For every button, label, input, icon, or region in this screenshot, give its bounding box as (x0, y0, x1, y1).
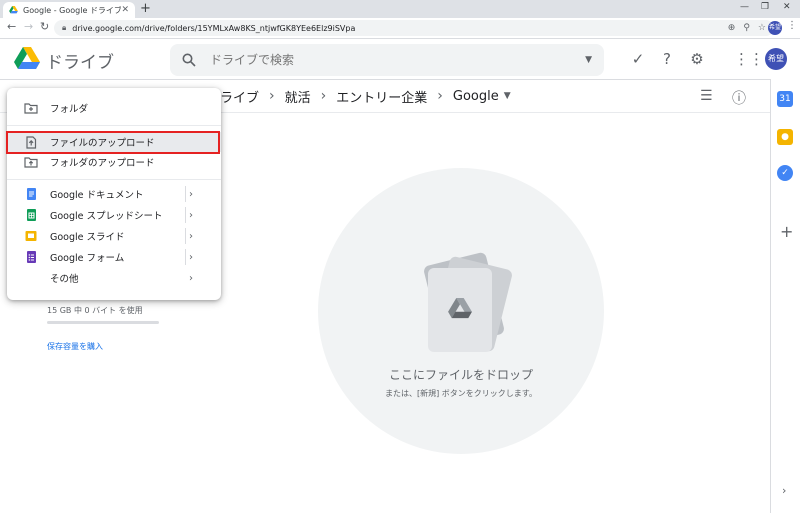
offline-ready-icon[interactable]: ✓ (628, 49, 648, 69)
side-panel: 31 ● ✓ + › (770, 79, 800, 513)
browser-tab[interactable]: Google - Google ドライブ ✕ (3, 2, 135, 18)
menu-item-google-docs[interactable]: Google ドキュメント › (7, 184, 221, 204)
menu-item-more[interactable]: その他 › (7, 268, 221, 288)
product-name: ドライブ (46, 53, 114, 73)
drop-zone-subtitle: または、[新規] ボタンをクリックします。 (385, 389, 537, 398)
menu-item-separator (185, 207, 186, 223)
browser-tabstrip: Google - Google ドライブ ✕ + — ❐ ✕ (0, 0, 800, 18)
zoom-icon[interactable]: ⚲ (743, 23, 750, 33)
menu-item-label: Google ドキュメント (50, 190, 144, 201)
drive-watermark-icon (448, 298, 472, 319)
menu-item-label: Google スライド (50, 232, 125, 243)
breadcrumb-item[interactable]: ライブ (220, 87, 259, 106)
breadcrumb-item[interactable]: エントリー企業 (336, 87, 427, 106)
storage-usage-text: 15 GB 中 0 バイト を使用 (47, 306, 143, 315)
drive-logo-icon[interactable] (14, 47, 40, 71)
highlight-annotation-box (6, 131, 220, 154)
chevron-right-icon[interactable]: › (189, 273, 193, 284)
search-icon[interactable] (182, 53, 196, 67)
menu-item-separator (185, 249, 186, 265)
chevron-right-icon: › (437, 88, 443, 104)
menu-item-label: Google スプレッドシート (50, 211, 163, 222)
buy-storage-link[interactable]: 保存容量を購入 (47, 341, 103, 352)
search-options-icon[interactable]: ▼ (585, 55, 592, 65)
back-icon[interactable]: ← (7, 20, 16, 33)
breadcrumb: ライブ › 就活 › エントリー企業 › Google ▼ (220, 86, 511, 106)
apps-grid-icon[interactable]: ⋮⋮⋮ (734, 49, 779, 69)
keep-icon[interactable]: ● (777, 129, 793, 145)
search-bar[interactable]: ▼ (170, 44, 604, 76)
tab-title: Google - Google ドライブ (23, 5, 122, 15)
google-slides-icon (25, 231, 37, 241)
browser-menu-icon[interactable]: ⋮ (787, 20, 797, 31)
menu-divider (7, 125, 221, 126)
drive-header: ドライブ ▼ ✓ ? ⚙ ⋮⋮⋮ (0, 39, 779, 79)
menu-item-google-slides[interactable]: Google スライド › (7, 226, 221, 246)
menu-item-folder-upload[interactable]: フォルダのアップロード (7, 152, 221, 172)
url-text: drive.google.com/drive/folders/15YMLxAw8… (72, 23, 356, 33)
bookmark-star-icon[interactable]: ☆ (758, 23, 766, 33)
chevron-right-icon: › (320, 88, 327, 104)
help-icon[interactable]: ? (657, 49, 677, 69)
address-bar: ← → ↻ 🔒︎ drive.google.com/drive/folders/… (0, 18, 800, 39)
chevron-right-icon[interactable]: › (189, 252, 193, 263)
menu-divider (7, 179, 221, 180)
drive-favicon-icon (9, 6, 18, 14)
new-tab-button[interactable]: + (140, 1, 151, 16)
calendar-icon[interactable]: 31 (777, 91, 793, 107)
menu-item-google-sheets[interactable]: Google スプレッドシート › (7, 205, 221, 225)
add-addon-icon[interactable]: + (780, 222, 793, 241)
browser-profile-avatar[interactable]: 希望 (768, 21, 782, 35)
folder-upload-icon (24, 157, 38, 168)
menu-item-label: Google フォーム (50, 253, 125, 264)
menu-item-google-forms[interactable]: Google フォーム › (7, 247, 221, 267)
lock-icon: 🔒︎ (62, 23, 67, 32)
menu-item-separator (185, 186, 186, 202)
drop-zone-title: ここにファイルをドロップ (388, 368, 533, 382)
google-sheets-icon (27, 209, 36, 221)
storage-bar (47, 321, 159, 324)
breadcrumb-item[interactable]: 就活 (285, 87, 311, 106)
new-menu: フォルダ ファイルのアップロード フォルダのアップロード Google ドキュメ… (7, 88, 221, 300)
install-icon[interactable]: ⊕ (728, 23, 736, 33)
account-avatar[interactable]: 希望 (765, 48, 787, 70)
reload-icon[interactable]: ↻ (40, 20, 49, 33)
minimize-icon[interactable]: — (740, 2, 749, 12)
chevron-right-icon: › (269, 88, 275, 104)
menu-item-label: フォルダ (50, 104, 89, 115)
search-input[interactable] (208, 52, 586, 68)
chevron-right-icon[interactable]: › (189, 189, 193, 200)
menu-item-label: その他 (50, 274, 79, 285)
chevron-right-icon[interactable]: › (189, 231, 193, 242)
settings-gear-icon[interactable]: ⚙ (687, 49, 707, 69)
tasks-icon[interactable]: ✓ (777, 165, 793, 181)
restore-icon[interactable]: ❐ (761, 2, 769, 12)
breadcrumb-current[interactable]: Google (453, 89, 499, 104)
chevron-right-icon[interactable]: › (189, 210, 193, 221)
dropdown-caret-icon[interactable]: ▼ (504, 91, 511, 101)
tab-close-icon[interactable]: ✕ (121, 5, 129, 15)
list-view-icon[interactable]: ☰ (700, 88, 713, 104)
omnibox[interactable]: 🔒︎ drive.google.com/drive/folders/15YMLx… (54, 20, 774, 36)
menu-item-separator (185, 228, 186, 244)
folder-plus-icon (24, 103, 38, 114)
header-divider (0, 79, 770, 80)
menu-item-folder[interactable]: フォルダ (7, 98, 221, 118)
google-forms-icon (27, 251, 36, 263)
expand-panel-icon[interactable]: › (782, 484, 786, 497)
menu-item-label: フォルダのアップロード (50, 158, 155, 169)
window-close-icon[interactable]: ✕ (783, 2, 791, 12)
info-icon[interactable]: ⓘ (732, 88, 746, 108)
forward-icon[interactable]: → (24, 20, 33, 33)
google-docs-icon (27, 188, 36, 200)
